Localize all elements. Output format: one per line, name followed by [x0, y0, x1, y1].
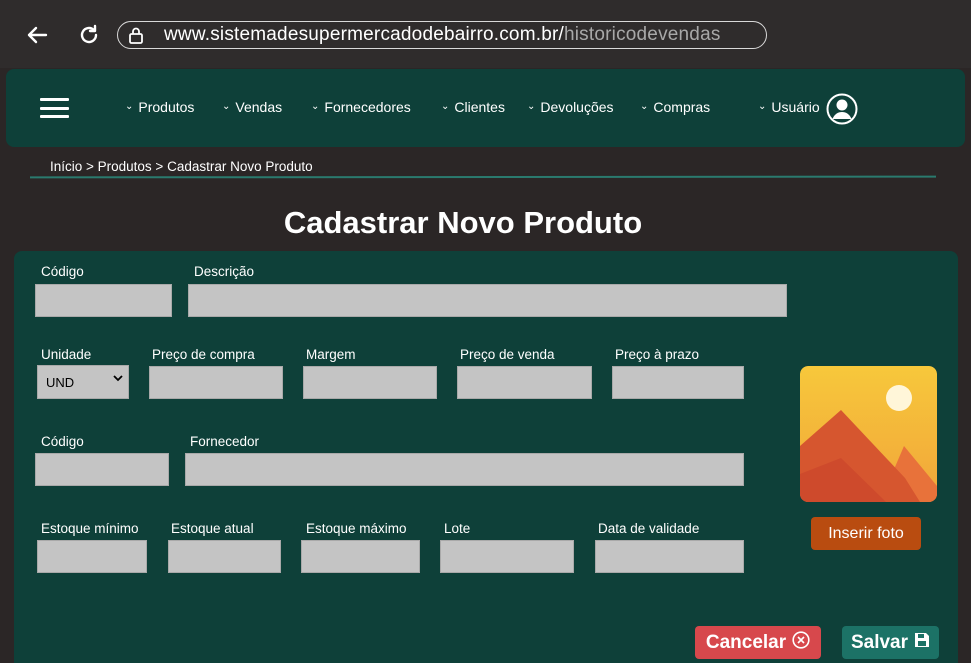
address-bar[interactable]: www.sistemadesupermercadodebairro.com.br… — [117, 21, 767, 49]
menu-item-devolucoes[interactable]: ⌄ Devoluções — [527, 99, 614, 115]
lock-icon — [128, 26, 146, 44]
product-photo-placeholder-icon — [800, 366, 937, 502]
lote-label: Lote — [444, 521, 471, 536]
breadcrumb-divider — [29, 175, 937, 179]
preco-venda-label: Preço de venda — [460, 347, 555, 362]
chevron-down-icon: ⌄ — [527, 100, 536, 112]
menu-item-produtos[interactable]: ⌄ Produtos — [125, 99, 194, 115]
margem-input[interactable] — [303, 366, 437, 399]
url-domain: www.sistemadesupermercadodebairro.com.br… — [164, 24, 564, 45]
chevron-down-icon — [112, 371, 124, 386]
preco-prazo-label: Preço à prazo — [615, 347, 700, 362]
margem-label: Margem — [306, 347, 356, 362]
cancel-label: Cancelar — [705, 631, 787, 653]
page-title: Cadastrar Novo Produto — [283, 205, 643, 240]
reload-icon[interactable] — [76, 22, 102, 48]
codigo-input[interactable] — [35, 284, 172, 317]
codigo-fornecedor-label: Código — [41, 434, 84, 449]
chevron-down-icon: ⌄ — [640, 100, 649, 112]
save-button[interactable]: Salvar — [842, 626, 939, 659]
cancel-button[interactable]: Cancelar — [695, 626, 821, 659]
data-validade-input[interactable] — [595, 540, 744, 573]
back-icon[interactable] — [24, 22, 50, 48]
estoque-atual-input[interactable] — [168, 540, 281, 573]
fornecedor-label: Fornecedor — [190, 434, 260, 449]
chevron-down-icon: ⌄ — [125, 100, 134, 112]
menu-item-clientes[interactable]: ⌄ Clientes — [441, 99, 505, 115]
estoque-minimo-label: Estoque mínimo — [41, 521, 139, 536]
preco-compra-input[interactable] — [149, 366, 283, 399]
lote-input[interactable] — [440, 540, 574, 573]
codigo-label: Código — [41, 264, 84, 279]
descricao-label: Descrição — [194, 264, 255, 279]
hamburger-menu-icon[interactable] — [40, 98, 69, 118]
estoque-atual-label: Estoque atual — [171, 521, 254, 536]
fornecedor-input[interactable] — [185, 453, 744, 486]
preco-venda-input[interactable] — [457, 366, 592, 399]
browser-toolbar: www.sistemadesupermercadodebairro.com.br… — [0, 0, 971, 68]
estoque-minimo-input[interactable] — [37, 540, 147, 573]
chevron-down-icon: ⌄ — [441, 100, 450, 112]
url-path: historicodevendas — [563, 24, 721, 45]
close-circle-icon — [792, 630, 810, 655]
unidade-label: Unidade — [41, 347, 92, 362]
menu-item-fornecedores[interactable]: ⌄ Fornecedores — [311, 99, 411, 115]
estoque-maximo-input[interactable] — [301, 540, 420, 573]
preco-prazo-input[interactable] — [612, 366, 744, 399]
breadcrumb[interactable]: Início > Produtos > Cadastrar Novo Produ… — [50, 159, 313, 174]
user-avatar-icon[interactable] — [826, 93, 858, 125]
chevron-down-icon: ⌄ — [311, 100, 320, 112]
descricao-input[interactable] — [188, 284, 787, 317]
unidade-value: UND — [46, 374, 75, 390]
menu-item-usuario[interactable]: ⌄ Usuário — [758, 99, 820, 115]
data-validade-label: Data de validade — [598, 521, 700, 536]
save-label: Salvar — [850, 631, 909, 653]
floppy-disk-icon — [914, 632, 930, 654]
codigo-fornecedor-input[interactable] — [35, 453, 169, 486]
chevron-down-icon: ⌄ — [222, 100, 231, 112]
chevron-down-icon: ⌄ — [758, 100, 767, 112]
app-header: ⌄ Produtos ⌄ Vendas ⌄ Fornecedores ⌄ Cliente… — [6, 69, 965, 147]
preco-compra-label: Preço de compra — [152, 347, 255, 362]
menu-item-vendas[interactable]: ⌄ Vendas — [222, 99, 282, 115]
estoque-maximo-label: Estoque máximo — [306, 521, 407, 536]
menu-item-compras[interactable]: ⌄ Compras — [640, 99, 710, 115]
unidade-select[interactable]: UND — [37, 365, 129, 399]
insert-photo-button[interactable]: Inserir foto — [811, 517, 921, 550]
